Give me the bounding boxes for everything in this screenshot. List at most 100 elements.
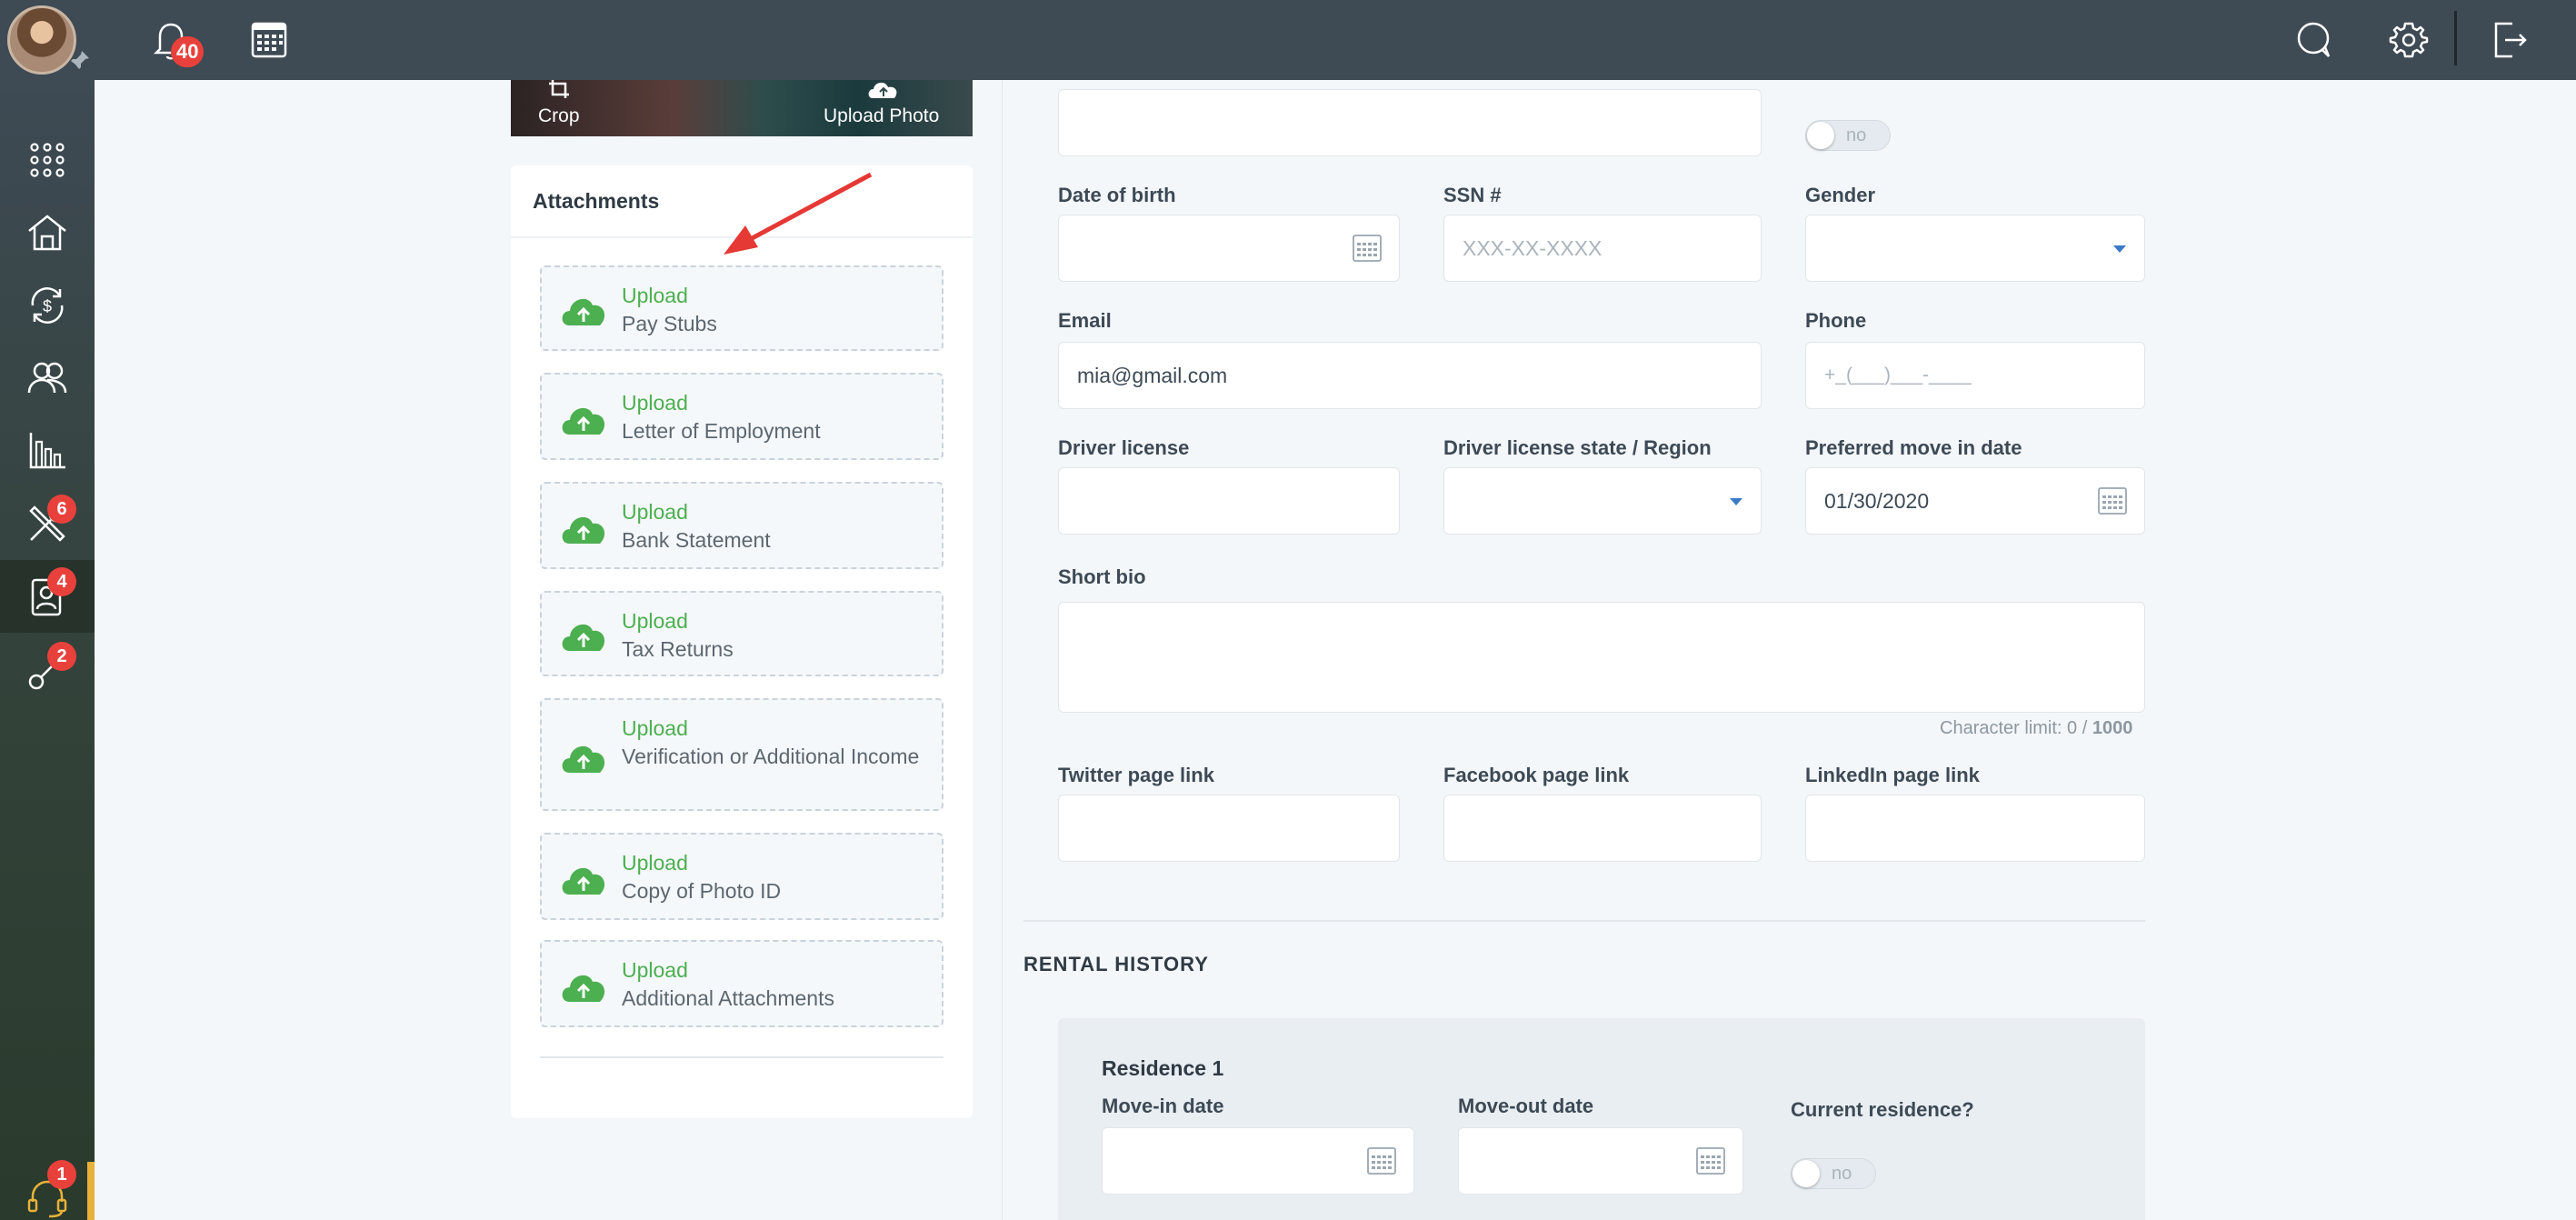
upload-bank-statement[interactable]: Upload Bank Statement: [540, 482, 944, 569]
upload-item-label: Verification or Additional Income: [622, 745, 920, 768]
upload-item-label: Bank Statement: [622, 528, 771, 552]
calendar-icon[interactable]: [245, 16, 293, 64]
sidebar: $ 6 4 2 1: [0, 80, 95, 1220]
email-input[interactable]: mia@gmail.com: [1058, 342, 1762, 409]
email-label: Email: [1058, 309, 1112, 332]
applications-badge: 4: [47, 567, 76, 596]
residence-title: Residence 1: [1102, 1056, 1224, 1080]
top-partial-field[interactable]: [1058, 89, 1762, 156]
linkedin-input[interactable]: [1805, 795, 2145, 862]
dl-state-label: Driver license state / Region: [1443, 436, 1712, 459]
chat-icon[interactable]: [2291, 16, 2338, 64]
upload-item-label: Copy of Photo ID: [622, 879, 782, 903]
current-residence-label: Current residence?: [1791, 1098, 1974, 1121]
upload-photo-button[interactable]: Upload Photo: [824, 105, 939, 127]
toggle-knob: [1792, 1160, 1820, 1187]
move-in-date-value: 01/30/2020: [1824, 488, 1930, 513]
cloud-upload-icon[interactable]: [865, 80, 902, 100]
cloud-upload-icon: [562, 624, 605, 651]
facebook-label: Facebook page link: [1443, 764, 1630, 786]
notifications-button[interactable]: 40: [147, 16, 220, 71]
upload-tax-returns[interactable]: Upload Tax Returns: [540, 591, 944, 676]
top-toggle[interactable]: no: [1805, 120, 1891, 151]
cloud-upload-icon: [562, 298, 605, 325]
character-limit-max: 1000: [2092, 718, 2133, 738]
upload-additional-attachments[interactable]: Upload Additional Attachments: [540, 940, 944, 1027]
upload-action-label: Upload: [622, 716, 688, 740]
sidebar-item-maintenance[interactable]: 6: [0, 487, 95, 560]
user-avatar[interactable]: [7, 5, 76, 75]
maintenance-badge: 6: [47, 495, 76, 524]
upload-action-label: Upload: [622, 500, 688, 524]
support-badge: 1: [47, 1160, 76, 1189]
support-accent-strip: [87, 1162, 95, 1220]
upload-action-label: Upload: [622, 609, 688, 633]
cloud-upload-icon: [562, 975, 605, 1002]
cloud-upload-icon: [562, 516, 605, 544]
red-arrow-annotation: [724, 172, 873, 255]
residence-move-in-input[interactable]: [1102, 1127, 1414, 1195]
sidebar-item-payments[interactable]: $: [0, 269, 95, 342]
sidebar-item-applications[interactable]: 4: [0, 560, 95, 633]
upload-item-label: Tax Returns: [622, 637, 734, 661]
move-in-date-label: Preferred move in date: [1805, 436, 2022, 459]
cloud-upload-icon: [562, 745, 605, 773]
section-divider: [1023, 920, 2145, 922]
upload-letter-of-employment[interactable]: Upload Letter of Employment: [540, 373, 944, 460]
sidebar-item-people[interactable]: [0, 342, 95, 415]
move-out-label: Move-out date: [1458, 1095, 1594, 1117]
upload-pay-stubs[interactable]: Upload Pay Stubs: [540, 265, 944, 351]
twitter-label: Twitter page link: [1058, 764, 1214, 786]
calendar-icon[interactable]: [1352, 233, 1383, 264]
upload-item-label: Pay Stubs: [622, 312, 717, 335]
facebook-input[interactable]: [1443, 795, 1762, 862]
chevron-down-icon: [2113, 245, 2126, 253]
calendar-icon[interactable]: [2097, 485, 2128, 516]
users-icon: [27, 362, 67, 394]
upload-action-label: Upload: [622, 391, 688, 415]
rental-history-title: RENTAL HISTORY: [1023, 953, 1209, 975]
attachments-card: Attachments Upload Pay Stubs Upload Lett…: [511, 165, 973, 1118]
character-limit: Character limit: 0 / 1000: [1940, 718, 2132, 739]
logout-icon[interactable]: [2485, 16, 2532, 64]
top-bar: 40: [0, 0, 2576, 80]
current-residence-toggle[interactable]: no: [1791, 1158, 1876, 1189]
pin-icon[interactable]: [69, 49, 91, 71]
toggle-knob: [1807, 122, 1834, 149]
phone-input[interactable]: +_(___)___-____: [1805, 342, 2145, 409]
sidebar-item-support[interactable]: 1: [0, 1160, 95, 1220]
money-cycle-icon: $: [31, 287, 64, 324]
gender-label: Gender: [1805, 184, 1876, 206]
upload-verification-income[interactable]: Upload Verification or Additional Income: [540, 698, 944, 811]
sidebar-item-apps[interactable]: [0, 124, 95, 196]
calendar-icon[interactable]: [1695, 1145, 1726, 1176]
short-bio-textarea[interactable]: [1058, 602, 2145, 713]
sidebar-item-keys[interactable]: 2: [0, 635, 95, 707]
calendar-icon[interactable]: [1366, 1145, 1397, 1176]
gender-select[interactable]: [1805, 215, 2145, 282]
character-limit-prefix: Character limit: 0 /: [1940, 718, 2088, 738]
sidebar-item-reports[interactable]: [0, 415, 95, 487]
residence-move-out-input[interactable]: [1458, 1127, 1743, 1195]
ssn-input[interactable]: XXX-XX-XXXX: [1443, 215, 1762, 282]
crop-button[interactable]: Crop: [538, 105, 580, 127]
dl-state-select[interactable]: [1443, 467, 1762, 535]
attachments-title: Attachments: [533, 189, 660, 213]
upload-item-label: Additional Attachments: [622, 986, 834, 1010]
gear-icon[interactable]: [2385, 16, 2432, 64]
chevron-down-icon: [1730, 498, 1742, 505]
attachments-bottom-divider: [540, 1056, 944, 1058]
short-bio-label: Short bio: [1058, 565, 1146, 588]
toggle-label: no: [1832, 1164, 1852, 1184]
crop-icon[interactable]: [547, 80, 573, 100]
sidebar-item-properties[interactable]: [0, 196, 95, 269]
dob-input[interactable]: [1058, 215, 1400, 282]
move-in-date-input[interactable]: 01/30/2020: [1805, 467, 2145, 535]
house-icon: [28, 215, 66, 251]
upload-action-label: Upload: [622, 958, 688, 982]
keys-badge: 2: [47, 642, 76, 671]
topbar-divider: [2454, 11, 2457, 65]
upload-photo-id[interactable]: Upload Copy of Photo ID: [540, 833, 944, 920]
driver-license-input[interactable]: [1058, 467, 1400, 535]
twitter-input[interactable]: [1058, 795, 1400, 862]
